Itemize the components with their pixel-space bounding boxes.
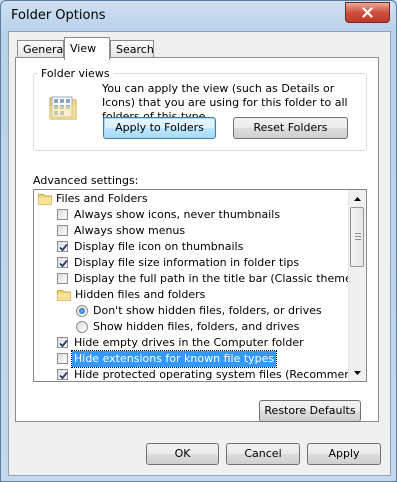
scroll-thumb[interactable] [350, 207, 364, 267]
checkmark-icon [59, 243, 68, 252]
list-item[interactable]: Display file icon on thumbnails [34, 239, 350, 255]
folder-icon [38, 194, 52, 205]
list-item-label: Hide empty drives in the Computer folder [74, 336, 304, 349]
radio-button[interactable] [76, 321, 88, 333]
reset-folders-label: Reset Folders [253, 121, 328, 134]
folder-icon [57, 290, 71, 301]
list-item[interactable]: Hide protected operating system files (R… [34, 367, 366, 381]
folder-views-icon [49, 96, 77, 120]
scroll-up-button[interactable] [349, 190, 366, 207]
checkmark-icon [59, 339, 68, 348]
scroll-up-icon [354, 196, 361, 201]
checkbox[interactable] [57, 257, 68, 268]
scroll-down-icon [354, 370, 361, 375]
close-button[interactable] [345, 2, 390, 23]
list-item[interactable]: Hide extensions for known file types [34, 350, 350, 368]
list-item-label: Show hidden files, folders, and drives [93, 320, 300, 333]
list-item-label: Don't show hidden files, folders, or dri… [93, 304, 322, 317]
list-item[interactable]: Don't show hidden files, folders, or dri… [34, 303, 350, 319]
cancel-label: Cancel [244, 447, 282, 460]
checkbox[interactable] [57, 241, 68, 252]
vertical-scrollbar[interactable] [348, 190, 366, 381]
checkbox[interactable] [57, 273, 68, 284]
list-item[interactable]: Always show icons, never thumbnails [34, 207, 350, 223]
checkbox[interactable] [57, 369, 68, 380]
apply-to-folders-label: Apply to Folders [115, 121, 204, 134]
list-item-label: Hidden files and folders [75, 288, 206, 301]
list-item-label: Hide protected operating system files (R… [74, 368, 367, 381]
tab-general[interactable]: General [17, 40, 67, 58]
list-item[interactable]: Always show menus [34, 223, 350, 239]
tab-general-label: General [23, 43, 67, 56]
apply-label: Apply [328, 447, 360, 460]
list-item-label: Files and Folders [56, 192, 148, 205]
close-icon [362, 7, 373, 18]
list-item-label: Display file size information in folder … [74, 256, 300, 269]
advanced-settings-list[interactable]: Files and Folders Always show icons, neve… [33, 189, 367, 382]
reset-folders-button[interactable]: Reset Folders [233, 117, 348, 139]
checkmark-icon [59, 259, 68, 268]
cancel-button[interactable]: Cancel [226, 443, 300, 465]
ok-label: OK [174, 447, 191, 460]
checkbox[interactable] [57, 353, 68, 364]
tab-search[interactable]: Search [110, 40, 154, 58]
list-item: Hidden files and folders [34, 287, 350, 303]
list-item[interactable]: Display file size information in folder … [34, 255, 350, 271]
title-bar[interactable]: Folder Options [1, 1, 396, 31]
list-item-label: Hide extensions for known file types [70, 350, 278, 368]
checkmark-icon [59, 371, 68, 380]
apply-to-folders-button[interactable]: Apply to Folders [103, 117, 216, 139]
list-item[interactable]: Show hidden files, folders, and drives [34, 319, 350, 335]
folder-views-legend: Folder views [38, 67, 113, 80]
list-item[interactable]: Display the full path in the title bar (… [34, 271, 366, 287]
tab-search-label: Search [116, 43, 154, 56]
list-item: Files and Folders [34, 191, 350, 207]
radio-button[interactable] [76, 305, 88, 317]
list-item-label: Always show menus [74, 224, 186, 237]
scroll-down-button[interactable] [349, 364, 366, 381]
tab-view-label: View [70, 42, 97, 55]
list-item-label: Always show icons, never thumbnails [74, 208, 281, 221]
restore-defaults-label: Restore Defaults [264, 404, 356, 417]
ok-button[interactable]: OK [146, 443, 219, 465]
apply-button[interactable]: Apply [307, 443, 381, 465]
list-item[interactable]: Hide empty drives in the Computer folder [34, 335, 350, 351]
checkbox[interactable] [57, 337, 68, 348]
list-item-label: Display the full path in the title bar (… [74, 272, 367, 285]
advanced-settings-label: Advanced settings: [33, 174, 139, 187]
list-item-label: Display file icon on thumbnails [74, 240, 244, 253]
checkbox[interactable] [57, 225, 68, 236]
window-title: Folder Options [11, 8, 106, 23]
restore-defaults-button[interactable]: Restore Defaults [259, 400, 361, 422]
checkbox[interactable] [57, 209, 68, 220]
tab-view[interactable]: View [64, 37, 110, 60]
